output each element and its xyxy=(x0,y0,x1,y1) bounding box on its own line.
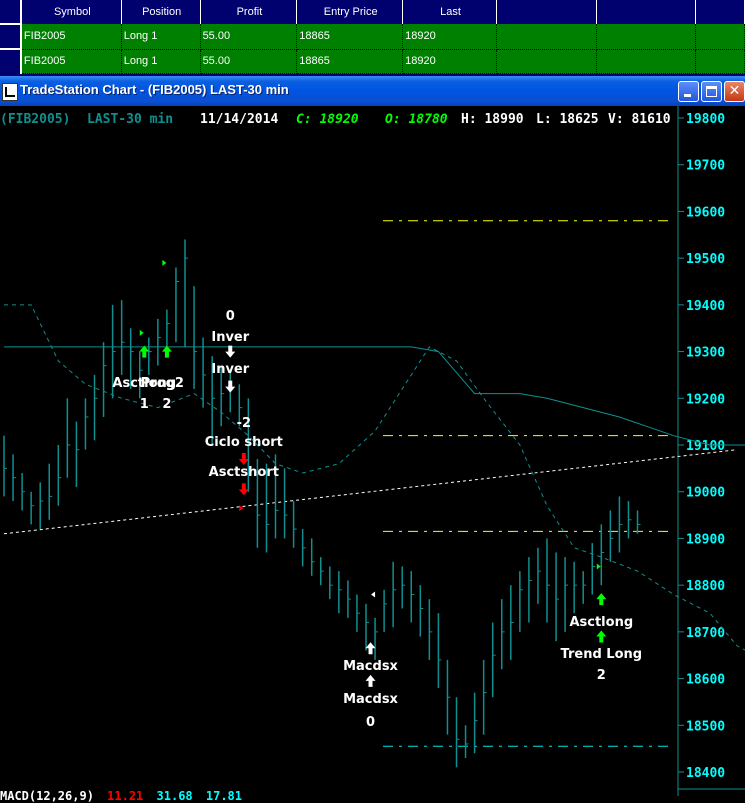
signal-arrow-up-icon xyxy=(365,642,376,655)
signal-annotation-label: 2 xyxy=(596,668,606,684)
close-button[interactable]: ✕ xyxy=(724,81,745,102)
signal-annotation-label: Prog2 xyxy=(140,376,184,392)
cell-position: Long 1 xyxy=(121,49,201,74)
y-tick-label: 19400 xyxy=(686,299,725,314)
window-title: TradeStation Chart - (FIB2005) LAST-30 m… xyxy=(20,82,289,97)
info-low: L: 18625 xyxy=(536,112,599,127)
trendline-line xyxy=(3,449,738,535)
indicator-value-2: 31.68 xyxy=(156,789,193,803)
y-tick-label: 18400 xyxy=(686,766,725,781)
column-header-profit[interactable]: Profit xyxy=(200,0,298,24)
signal-marker-icon xyxy=(162,259,167,266)
cell-empty xyxy=(695,24,745,50)
signal-arrow-down-icon xyxy=(238,453,249,466)
column-header-empty[interactable] xyxy=(596,0,697,24)
cell-empty xyxy=(596,24,697,50)
tradestation-chart-icon xyxy=(2,83,18,101)
column-header-empty[interactable] xyxy=(695,0,745,24)
signal-arrow-down-icon xyxy=(238,483,249,496)
signal-arrow-up-icon xyxy=(596,593,607,606)
close-icon: ✕ xyxy=(728,83,741,99)
info-open: O: 18780 xyxy=(385,112,448,127)
positions-grid: Symbol Position Profit Entry Price Last … xyxy=(0,0,745,76)
info-interval: LAST-30 min xyxy=(87,112,174,127)
signal-annotation-label: 1 xyxy=(139,397,149,413)
signal-marker-icon xyxy=(139,329,144,336)
signal-annotation-label: Ciclo short xyxy=(204,434,283,450)
cell-empty xyxy=(596,49,697,74)
minimize-button[interactable] xyxy=(678,81,699,102)
row-header[interactable] xyxy=(0,23,22,50)
signal-annotation-label: Trend Long xyxy=(560,647,643,663)
cell-empty xyxy=(496,24,597,50)
cell-symbol: FIB2005 xyxy=(20,24,122,50)
cell-last: 18920 xyxy=(402,49,497,74)
signal-annotation-label: 2 xyxy=(162,397,172,413)
info-symbol: (FIB2005) xyxy=(0,112,71,127)
indicator-value-3: 17.81 xyxy=(205,789,242,803)
y-tick-label: 19700 xyxy=(686,159,725,174)
signal-annotation-label: Macdsx xyxy=(343,691,398,707)
y-tick-label: 19800 xyxy=(686,112,725,127)
signal-annotation-label: 0 xyxy=(365,714,376,730)
y-tick-label: 19500 xyxy=(686,252,725,267)
column-header-empty[interactable] xyxy=(496,0,597,24)
table-row[interactable]: FIB2005 Long 1 55.00 18865 18920 xyxy=(0,23,745,50)
column-header-symbol[interactable]: Symbol xyxy=(20,0,122,24)
signal-annotation-label: Macdsx xyxy=(343,658,398,674)
y-tick-label: 19600 xyxy=(686,205,725,220)
cell-entry-price: 18865 xyxy=(296,24,404,50)
indicator-status-bar: MACD(12,26,9) 11.21 31.68 17.81 xyxy=(0,789,242,803)
indicator-value-1: 11.21 xyxy=(107,789,144,803)
info-date: 11/14/2014 xyxy=(200,112,279,127)
row-header[interactable] xyxy=(0,48,22,74)
lower-band-line xyxy=(4,304,745,651)
cell-last: 18920 xyxy=(402,24,497,50)
cell-symbol: FIB2005 xyxy=(20,49,122,74)
cell-profit: 55.00 xyxy=(200,24,298,50)
window-title-bar[interactable]: TradeStation Chart - (FIB2005) LAST-30 m… xyxy=(0,76,745,106)
y-tick-label: 19000 xyxy=(686,486,725,501)
signal-annotation-label: 0 xyxy=(225,308,235,324)
cell-empty xyxy=(496,49,597,74)
info-volume: V: 81610 xyxy=(608,112,671,127)
price-chart[interactable]: 19800 19700 19600 19500 19400 19300 19200 19100… xyxy=(0,106,745,803)
signal-arrow-up-icon xyxy=(596,630,607,643)
y-tick-label: 18900 xyxy=(686,532,725,547)
grid-header-row: Symbol Position Profit Entry Price Last xyxy=(0,0,745,24)
table-row[interactable]: FIB2005 Long 1 55.00 18865 18920 xyxy=(0,48,745,74)
info-high: H: 18990 xyxy=(461,112,524,127)
cell-entry-price: 18865 xyxy=(296,49,404,74)
y-tick-label: 18800 xyxy=(686,579,725,594)
signal-marker-icon xyxy=(596,563,601,570)
signal-arrow-up-icon xyxy=(365,674,376,687)
cell-empty xyxy=(695,49,745,74)
column-header-entry-price[interactable]: Entry Price xyxy=(296,0,404,24)
cell-position: Long 1 xyxy=(121,24,201,50)
signal-annotation-label: Inver xyxy=(211,329,250,345)
signal-annotation-label: Asctlong xyxy=(569,614,634,630)
signal-marker-icon xyxy=(371,591,376,598)
cell-profit: 55.00 xyxy=(200,49,298,74)
y-tick-label: 18600 xyxy=(686,673,725,688)
signal-annotation-label: Inver xyxy=(211,362,250,378)
signal-annotation-label: -2 xyxy=(236,415,252,431)
signal-arrow-down-icon xyxy=(225,380,236,393)
indicator-name: MACD(12,26,9) xyxy=(0,789,94,803)
y-tick-label: 19300 xyxy=(686,346,725,361)
y-tick-label: 18500 xyxy=(686,719,725,734)
maximize-button[interactable] xyxy=(701,81,722,102)
column-header-position[interactable]: Position xyxy=(121,0,201,24)
y-tick-label: 19200 xyxy=(686,392,725,407)
info-close: C: 18920 xyxy=(296,112,359,127)
y-tick-label: 18700 xyxy=(686,626,725,641)
column-header-last[interactable]: Last xyxy=(402,0,497,24)
grid-corner xyxy=(0,0,22,24)
signal-annotation-label: Asctshort xyxy=(208,465,279,481)
